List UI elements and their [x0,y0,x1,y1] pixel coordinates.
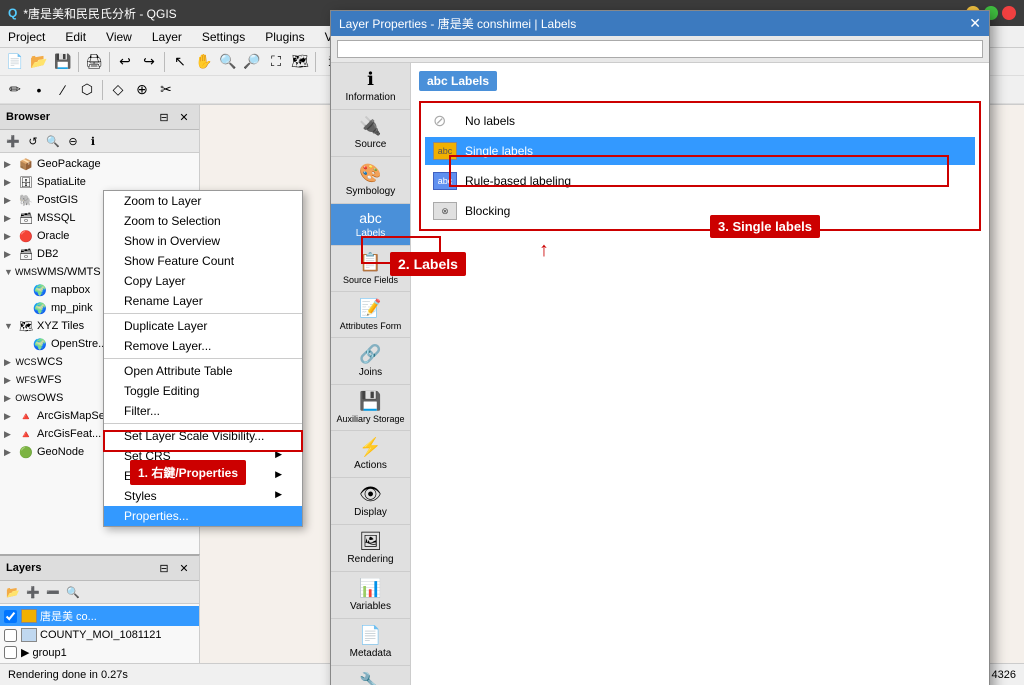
rule-labels-icon: abc [433,172,457,190]
nav-attributes-form-label: Attributes Form [340,321,402,331]
nav-information-label: Information [345,92,395,103]
dialog-labels-content: abc Labels ⊘ No labels abc Single labels [411,63,989,685]
no-labels-text: No labels [465,114,515,128]
no-labels-icon: ⊘ [433,112,457,130]
actions-icon: ⚡ [359,437,381,458]
blocking-icon: ⊗ [433,202,457,220]
rule-labels-text: Rule-based labeling [465,174,571,188]
label-option-rule[interactable]: abc Rule-based labeling [425,167,975,195]
dialog-body: ℹ Information 🔌 Source 🎨 Symbology abc L… [331,63,989,685]
labels-tab-label: abc Labels [427,74,489,88]
nav-actions[interactable]: ⚡ Actions [331,431,410,478]
nav-labels-label: Labels [356,228,385,239]
nav-joins-label: Joins [359,367,382,378]
dialog-nav-sidebar: ℹ Information 🔌 Source 🎨 Symbology abc L… [331,63,411,685]
label-option-single[interactable]: abc Single labels [425,137,975,165]
dialog-overlay: Layer Properties - 唐是美 conshimei | Label… [0,0,1024,685]
nav-joins[interactable]: 🔗 Joins [331,338,410,385]
nav-metadata[interactable]: 📄 Metadata [331,619,410,666]
label-option-no-labels[interactable]: ⊘ No labels [425,107,975,135]
source-fields-icon: 📋 [359,252,381,273]
dependencies-icon: 🔧 [359,672,381,685]
nav-attributes-form[interactable]: 📝 Attributes Form [331,292,410,338]
label-options-container: ⊘ No labels abc Single labels abc Rule-b… [419,101,981,231]
attributes-form-icon: 📝 [359,298,381,319]
single-labels-text: Single labels [465,144,533,158]
callout-labels: 2. Labels [390,252,466,276]
dialog-close-button[interactable]: ✕ [969,15,981,32]
label-option-blocking[interactable]: ⊗ Blocking [425,197,975,225]
nav-rendering[interactable]: 🖼 Rendering [331,525,410,572]
nav-source-fields-label: Source Fields [343,275,398,285]
nav-symbology[interactable]: 🎨 Symbology [331,157,410,204]
nav-source-label: Source [355,139,387,150]
joins-icon: 🔗 [359,344,381,365]
information-icon: ℹ [367,69,374,90]
dialog-title: Layer Properties - 唐是美 conshimei | Label… [339,15,576,32]
nav-variables[interactable]: 📊 Variables [331,572,410,619]
nav-dependencies[interactable]: 🔧 Dependencies [331,666,410,685]
nav-auxiliary-label: Auxiliary Storage [336,414,404,424]
nav-symbology-label: Symbology [346,186,395,197]
layer-properties-dialog: Layer Properties - 唐是美 conshimei | Label… [330,10,990,685]
symbology-icon: 🎨 [359,163,381,184]
callout-single-labels: 3. Single labels [710,215,820,238]
nav-labels[interactable]: abc Labels [331,204,410,246]
auxiliary-storage-icon: 💾 [359,391,381,412]
single-labels-icon: abc [433,142,457,160]
nav-variables-label: Variables [350,601,391,612]
dialog-search-area [331,36,989,63]
nav-rendering-label: Rendering [347,554,393,565]
nav-display-label: Display [354,507,387,518]
nav-information[interactable]: ℹ Information [331,63,410,110]
metadata-icon: 📄 [359,625,381,646]
labels-tab-button[interactable]: abc Labels [419,71,497,91]
app-window: Q *唐是美和民民氏分析 - QGIS Project Edit View La… [0,0,1024,685]
dialog-titlebar: Layer Properties - 唐是美 conshimei | Label… [331,11,989,36]
rendering-icon: 🖼 [359,531,382,552]
variables-icon: 📊 [359,578,381,599]
labels-icon: abc [359,210,382,226]
display-icon: 👁 [359,484,382,505]
nav-source[interactable]: 🔌 Source [331,110,410,157]
source-icon: 🔌 [359,116,381,137]
nav-actions-label: Actions [354,460,387,471]
arrow-indicator: ↑ [419,239,981,262]
dialog-search-input[interactable] [337,40,983,58]
nav-auxiliary-storage[interactable]: 💾 Auxiliary Storage [331,385,410,431]
blocking-text: Blocking [465,204,510,218]
nav-display[interactable]: 👁 Display [331,478,410,525]
callout-properties: 1. 右鍵/Properties [130,460,246,485]
nav-metadata-label: Metadata [350,648,392,659]
